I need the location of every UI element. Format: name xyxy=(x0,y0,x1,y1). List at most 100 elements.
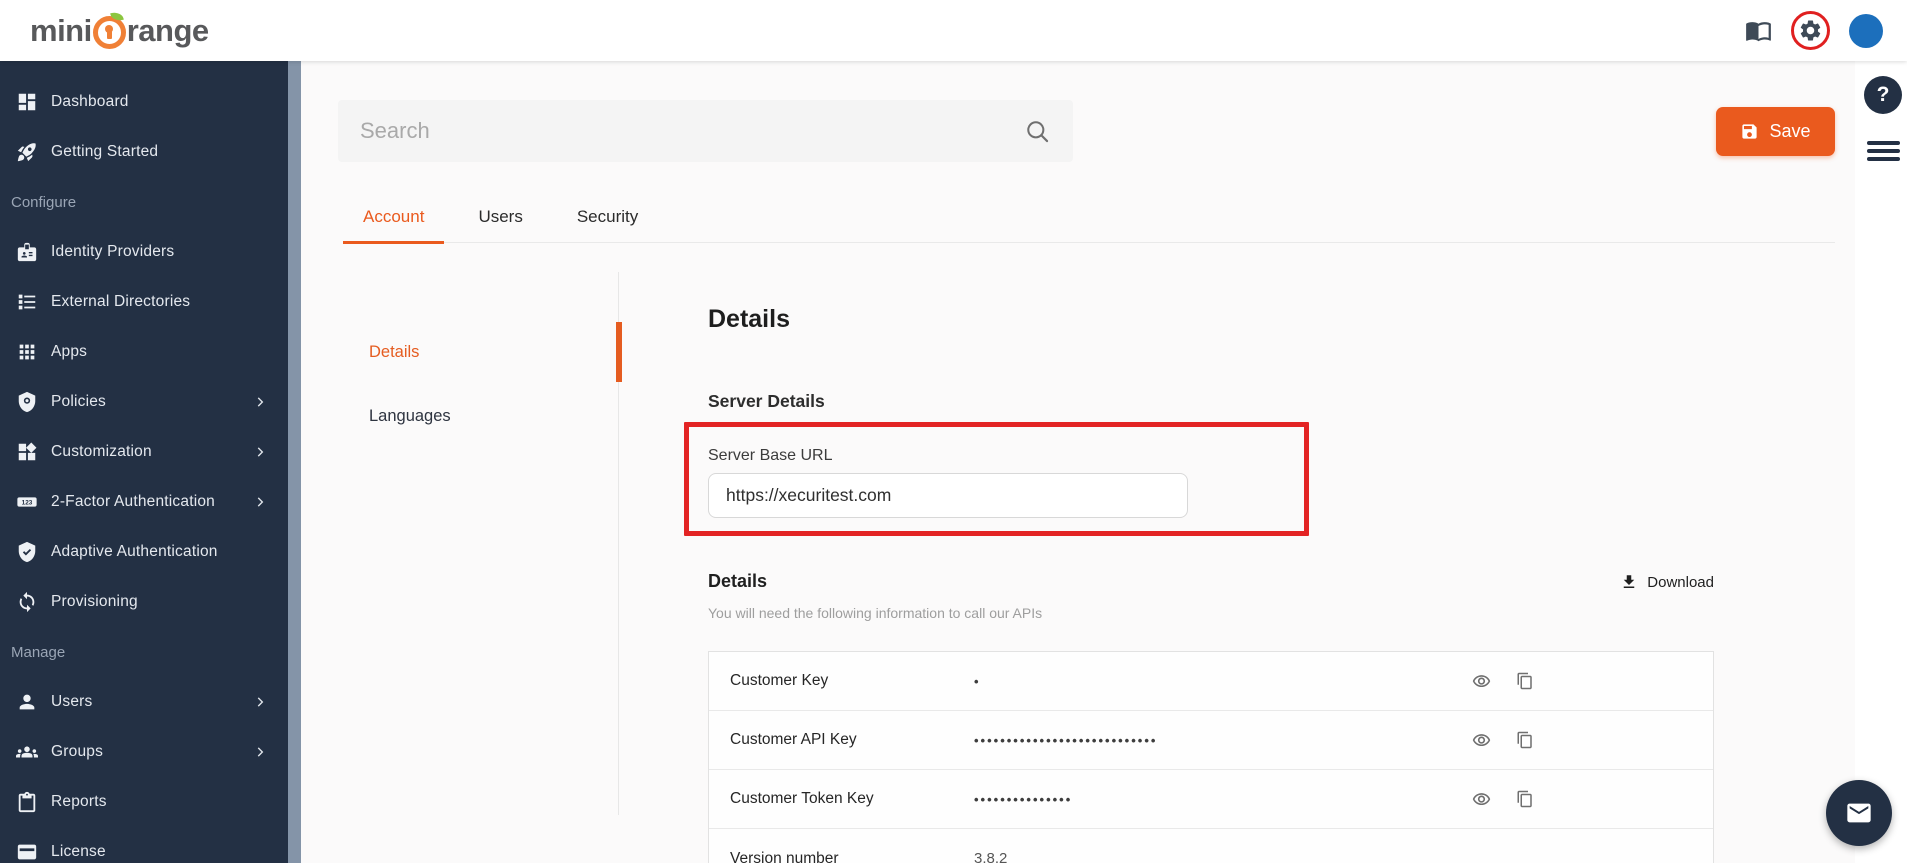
save-button[interactable]: Save xyxy=(1716,107,1835,156)
top-header: mini range xyxy=(0,0,1907,61)
row-label: Customer API Key xyxy=(730,731,857,748)
row-value: ••••••••••••••• xyxy=(974,791,1073,807)
download-button[interactable]: Download xyxy=(1620,573,1714,591)
sidebar-item-label: 2-Factor Authentication xyxy=(51,493,215,510)
mail-icon xyxy=(1845,799,1873,827)
sidebar-item-identity-providers[interactable]: Identity Providers xyxy=(0,227,288,277)
sidebar-item-groups[interactable]: Groups xyxy=(0,727,288,777)
row-value: 3.8.2 xyxy=(974,850,1008,863)
table-row-customer-key: Customer Key • xyxy=(709,652,1713,711)
sidebar-item-customization[interactable]: Customization xyxy=(0,427,288,477)
clipboard-icon xyxy=(16,791,38,813)
badge-icon xyxy=(16,241,38,263)
chevron-right-icon xyxy=(253,445,267,459)
help-button[interactable]: ? xyxy=(1864,76,1902,114)
one-two-three-icon: 123 xyxy=(16,491,38,513)
sidebar-item-label: License xyxy=(51,843,106,860)
sidebar-item-provisioning[interactable]: Provisioning xyxy=(0,577,288,627)
sidebar-item-policies[interactable]: Policies xyxy=(0,377,288,427)
tab-users[interactable]: Users xyxy=(458,207,542,244)
sidebar-nav: Dashboard Getting Started Configure Iden… xyxy=(0,61,288,863)
account-subnav: Details Languages xyxy=(301,272,622,815)
sidebar-scrollbar[interactable] xyxy=(288,61,301,863)
table-row-customer-token-key: Customer Token Key ••••••••••••••• xyxy=(709,770,1713,829)
sidebar-item-apps[interactable]: Apps xyxy=(0,327,288,377)
table-row-version-number: Version number 3.8.2 xyxy=(709,829,1713,863)
people-group-icon xyxy=(16,741,38,763)
sidebar-item-label: Groups xyxy=(51,743,104,760)
sidebar-item-label: Users xyxy=(51,693,93,710)
copy-icon[interactable] xyxy=(1516,672,1534,690)
eye-icon[interactable] xyxy=(1472,790,1491,809)
table-row-customer-api-key: Customer API Key •••••••••••••••••••••••… xyxy=(709,711,1713,770)
documentation-book-icon[interactable] xyxy=(1745,17,1772,44)
sidebar-item-reports[interactable]: Reports xyxy=(0,777,288,827)
sidebar-item-label: Provisioning xyxy=(51,593,138,610)
settings-highlight-ring xyxy=(1791,11,1830,50)
save-icon xyxy=(1740,122,1759,141)
sidebar-item-label: Apps xyxy=(51,343,88,360)
logo-leaf-icon xyxy=(109,10,124,22)
server-base-url-input[interactable] xyxy=(708,473,1188,518)
subnav-item-details[interactable]: Details xyxy=(301,320,622,384)
chevron-right-icon xyxy=(253,395,267,409)
row-value: • xyxy=(974,673,981,689)
chevron-right-icon xyxy=(253,495,267,509)
search-icon[interactable] xyxy=(1024,118,1051,145)
sidebar-item-2fa[interactable]: 123 2-Factor Authentication xyxy=(0,477,288,527)
help-question-mark: ? xyxy=(1876,83,1890,106)
sidebar-item-external-directories[interactable]: External Directories xyxy=(0,277,288,327)
sidebar-item-label: Adaptive Authentication xyxy=(51,543,218,560)
copy-icon[interactable] xyxy=(1516,731,1534,749)
widgets-icon xyxy=(16,441,38,463)
eye-icon[interactable] xyxy=(1472,731,1491,750)
tab-account[interactable]: Account xyxy=(343,207,445,244)
support-chat-button[interactable] xyxy=(1826,780,1892,846)
sidebar-item-users[interactable]: Users xyxy=(0,677,288,727)
sidebar-item-label: External Directories xyxy=(51,293,191,310)
user-avatar[interactable] xyxy=(1849,13,1883,48)
sidebar-section-configure: Configure xyxy=(11,193,77,211)
tab-security[interactable]: Security xyxy=(557,207,658,244)
copy-icon[interactable] xyxy=(1516,790,1534,808)
details-pane: Details Server Details Server Base URL D… xyxy=(619,243,1855,863)
api-details-heading: Details xyxy=(708,571,768,591)
logo-text-mini: mini xyxy=(30,12,92,48)
person-icon xyxy=(16,691,38,713)
policy-shield-icon xyxy=(16,391,38,413)
download-icon xyxy=(1620,573,1638,591)
api-details-subtext: You will need the following information … xyxy=(708,605,1043,621)
apps-grid-icon xyxy=(16,341,38,363)
sidebar-item-label: Reports xyxy=(51,793,107,810)
row-label: Customer Key xyxy=(730,672,829,689)
search-bar xyxy=(338,100,1073,162)
server-base-url-label: Server Base URL xyxy=(708,447,833,464)
search-input[interactable] xyxy=(360,118,1024,144)
gear-icon[interactable] xyxy=(1798,18,1823,43)
sidebar-item-dashboard[interactable]: Dashboard xyxy=(0,77,288,127)
page-title: Details xyxy=(708,305,790,333)
sidebar-item-label: Dashboard xyxy=(51,93,129,110)
right-utility-strip: ? xyxy=(1855,61,1907,863)
sidebar-item-label: Customization xyxy=(51,443,152,460)
miniorange-logo[interactable]: mini range xyxy=(0,10,209,49)
chevron-right-icon xyxy=(253,695,267,709)
shield-check-icon xyxy=(16,541,38,563)
sidebar-item-license[interactable]: License xyxy=(0,827,288,863)
sidebar-section-manage: Manage xyxy=(11,643,66,661)
sidebar-item-adaptive-auth[interactable]: Adaptive Authentication xyxy=(0,527,288,577)
license-card-icon xyxy=(16,841,38,863)
hamburger-menu-icon[interactable] xyxy=(1867,141,1900,165)
logo-text-range: range xyxy=(126,12,209,48)
directory-list-icon xyxy=(16,291,38,313)
row-label: Customer Token Key xyxy=(730,790,874,807)
chevron-right-icon xyxy=(253,745,267,759)
main-content: Save Account Users Security Details Lang… xyxy=(301,61,1855,863)
dashboard-icon xyxy=(16,91,38,113)
settings-tabs: Account Users Security xyxy=(343,181,1835,244)
sync-icon xyxy=(16,591,38,613)
sidebar-item-label: Identity Providers xyxy=(51,243,175,260)
subnav-item-languages[interactable]: Languages xyxy=(301,384,618,448)
sidebar-item-getting-started[interactable]: Getting Started xyxy=(0,127,288,177)
eye-icon[interactable] xyxy=(1472,672,1491,691)
